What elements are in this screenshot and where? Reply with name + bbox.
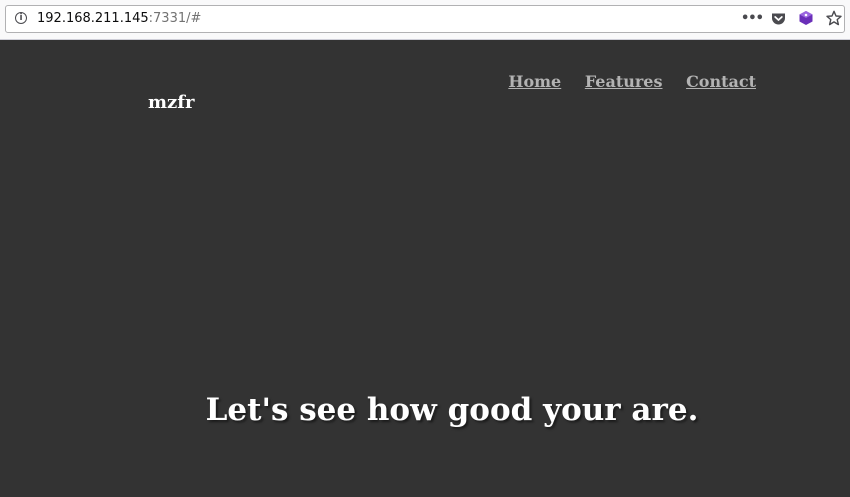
url-path: :7331/# — [148, 11, 202, 26]
nav-link-home[interactable]: Home — [508, 72, 561, 91]
address-bar[interactable]: i 192.168.211.145:7331/# ••• — [5, 5, 845, 33]
pocket-icon[interactable] — [771, 12, 786, 26]
url-host: 192.168.211.145 — [37, 11, 149, 26]
extension-icon[interactable] — [798, 10, 814, 26]
nav-link-contact[interactable]: Contact — [686, 72, 756, 91]
site-brand[interactable]: mzfr — [148, 92, 195, 113]
hero-section: Let's see how good your are. — [0, 392, 850, 428]
more-actions-icon[interactable]: ••• — [741, 11, 764, 26]
browser-toolbar: i 192.168.211.145:7331/# ••• — [0, 0, 850, 40]
bookmark-star-icon[interactable] — [826, 10, 842, 26]
info-icon[interactable]: i — [15, 12, 27, 24]
top-navigation: Home Features Contact — [490, 72, 756, 91]
nav-link-features[interactable]: Features — [585, 72, 663, 91]
hero-headline: Let's see how good your are. — [205, 392, 699, 428]
page-body: mzfr Home Features Contact Let's see how… — [0, 40, 850, 497]
url-text[interactable]: 192.168.211.145:7331/# — [37, 11, 201, 27]
